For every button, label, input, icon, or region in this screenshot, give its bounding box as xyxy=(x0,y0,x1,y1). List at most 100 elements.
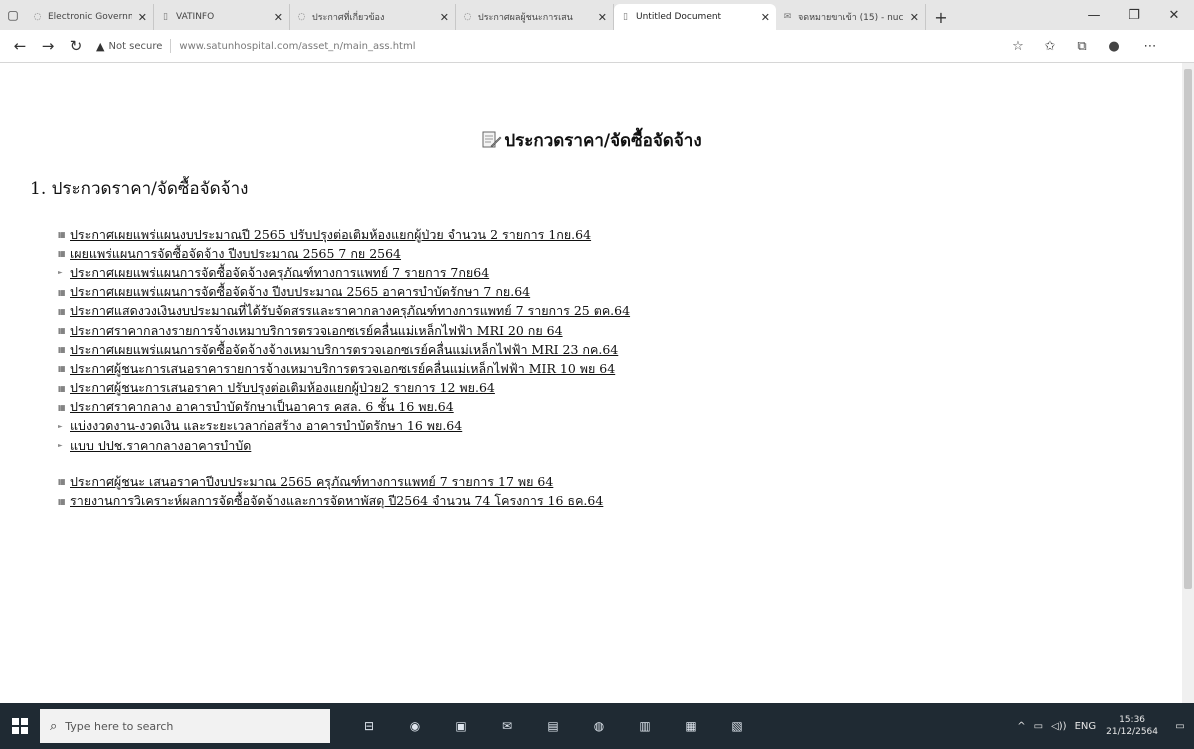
language-indicator[interactable]: ENG xyxy=(1075,721,1097,732)
photos-icon[interactable]: ▧ xyxy=(720,709,754,743)
restore-button[interactable]: ❐ xyxy=(1114,0,1154,30)
network-icon[interactable]: ▭ xyxy=(1034,721,1043,732)
announcement-link[interactable]: ประกาศผู้ชนะ เสนอราคาปีงบประมาณ 2565 ครุ… xyxy=(70,472,553,492)
list-item: ▦ ประกาศเผยแพร่แผนการจัดซื้อจัดจ้างจ้างเห… xyxy=(58,340,630,359)
grid-bullet-icon: ▦ xyxy=(58,383,66,393)
grid-bullet-icon: ▦ xyxy=(58,402,66,412)
close-tab-icon[interactable]: ✕ xyxy=(440,11,449,24)
divider xyxy=(170,39,172,53)
edge-browser-icon[interactable]: ◉ xyxy=(398,709,432,743)
tab-label: ประกาศที่เกี่ยวข้อง xyxy=(312,13,385,23)
file-explorer-icon[interactable]: ▤ xyxy=(536,709,570,743)
search-placeholder: Type here to search xyxy=(65,719,174,733)
announcement-link[interactable]: แบบ ปปช.ราคากลางอาคารบำบัด xyxy=(70,436,251,456)
arrow-bullet-icon: ► xyxy=(58,442,63,450)
close-tab-icon[interactable]: ✕ xyxy=(761,11,770,24)
windows-logo-icon xyxy=(12,718,28,734)
mail-app-icon[interactable]: ✉ xyxy=(490,709,524,743)
chevron-up-icon[interactable]: ^ xyxy=(1017,721,1025,732)
tab-label: VATINFO xyxy=(176,12,215,22)
announcement-link[interactable]: ประกาศเผยแพร่แผนการจัดซื้อจัดจ้าง ปีงบปร… xyxy=(70,282,530,302)
announcement-link[interactable]: รายงานการวิเคราะห์ผลการจัดซื้อจัดจ้างและ… xyxy=(70,491,603,511)
tab-bid-winners[interactable]: ◌ ประกาศผลผู้ชนะการเสน ✕ xyxy=(456,4,614,30)
close-tab-icon[interactable]: ✕ xyxy=(274,11,283,24)
page-heading: ประกวดราคา/จัดซื้อจัดจ้าง xyxy=(0,127,1182,154)
arrow-bullet-icon: ► xyxy=(58,422,63,430)
tab-mail[interactable]: ✉ จดหมายขาเข้า (15) - nuchz ✕ xyxy=(776,4,926,30)
list-item: ▦ รายงานการวิเคราะห์ผลการจัดซื้อจัดจ้างแล… xyxy=(58,491,630,510)
word-icon[interactable]: ▦ xyxy=(674,709,708,743)
tab-vatinfo[interactable]: ▯ VATINFO ✕ xyxy=(154,4,290,30)
grid-bullet-icon: ▦ xyxy=(58,287,66,297)
list-item: ► ประกาศเผยแพร่แผนการจัดซื้อจัดจ้างครุภัณ… xyxy=(58,263,630,282)
announcement-link[interactable]: ประกาศเผยแพร่แผนงบประมาณปี 2565 ปรับปรุง… xyxy=(70,225,591,245)
grid-bullet-icon: ▦ xyxy=(58,345,66,355)
address-bar[interactable]: ▲ Not secure www.satunhospital.com/asset… xyxy=(96,39,416,53)
announcement-link[interactable]: เผยแพร่แผนการจัดซื้อจัดจ้าง ปีงบประมาณ 2… xyxy=(70,244,401,264)
close-tab-icon[interactable]: ✕ xyxy=(138,11,147,24)
tab-announcements[interactable]: ◌ ประกาศที่เกี่ยวข้อง ✕ xyxy=(290,4,456,30)
forward-arrow-icon[interactable]: → xyxy=(34,32,62,60)
collections-icon[interactable]: ⧉ xyxy=(1068,30,1096,62)
page-heading-text: ประกวดราคา/จัดซื้อจัดจ้าง xyxy=(504,131,702,151)
announcement-link[interactable]: ประกาศเผยแพร่แผนการจัดซื้อจัดจ้างครุภัณฑ… xyxy=(70,263,489,283)
line-chat-icon[interactable]: ◍ xyxy=(582,709,616,743)
tab-strip: ▢ ◌ Electronic Government ✕ ▯ VATINFO ✕ … xyxy=(0,0,1194,30)
tab-label: Untitled Document xyxy=(636,12,722,22)
announcement-list: ▦ ประกาศเผยแพร่แผนงบประมาณปี 2565 ปรับปรุ… xyxy=(58,225,630,511)
list-item: ▦ ประกาศผู้ชนะการเสนอราคา ปรับปรุงต่อเติม… xyxy=(58,379,630,398)
tab-label: Electronic Government xyxy=(48,12,132,22)
announcement-link[interactable]: ประกาศแสดงวงเงินงบประมาณที่ได้รับจัดสรรแ… xyxy=(70,301,630,321)
section-title: 1. ประกวดราคา/จัดซื้อจัดจ้าง xyxy=(30,179,249,199)
page-icon: ▯ xyxy=(163,12,168,22)
grid-bullet-icon: ▦ xyxy=(58,496,66,506)
announcement-link[interactable]: แบ่งงวดงาน-งวดเงิน และระยะเวลาก่อสร้าง อ… xyxy=(70,416,462,436)
close-tab-icon[interactable]: ✕ xyxy=(598,11,607,24)
task-view-icon[interactable]: ⊟ xyxy=(352,709,386,743)
tab-label: ประกาศผลผู้ชนะการเสน xyxy=(478,13,573,23)
globe-icon: ◌ xyxy=(33,12,42,22)
excel-icon[interactable]: ▥ xyxy=(628,709,662,743)
announcement-link[interactable]: ประกาศราคากลางรายการจ้างเหมาบริการตรวจเอ… xyxy=(70,321,563,341)
list-item: ▦ ประกาศเผยแพร่แผนงบประมาณปี 2565 ปรับปรุ… xyxy=(58,225,630,244)
read-aloud-icon[interactable]: ☆ xyxy=(1004,30,1032,62)
notification-center-icon[interactable]: ▭ xyxy=(1166,703,1194,749)
announcement-link[interactable]: ประกาศเผยแพร่แผนการจัดซื้อจัดจ้างจ้างเหม… xyxy=(70,340,618,360)
profile-avatar-icon[interactable]: ● xyxy=(1100,30,1128,62)
globe-icon: ◌ xyxy=(463,12,472,22)
tab-label: จดหมายขาเข้า (15) - nuchz xyxy=(798,13,904,23)
minimize-button[interactable]: — xyxy=(1074,0,1114,30)
refresh-icon[interactable]: ↻ xyxy=(62,32,90,60)
volume-icon[interactable]: ◁)) xyxy=(1051,721,1067,732)
announcement-link[interactable]: ประกาศราคากลาง อาคารบำบัดรักษาเป็นอาคาร … xyxy=(70,397,454,417)
grid-bullet-icon: ▦ xyxy=(58,364,66,374)
taskbar-search-box[interactable]: ⌕ Type here to search xyxy=(40,709,330,743)
tab-untitled-document[interactable]: ▯ Untitled Document ✕ xyxy=(614,4,776,30)
arrow-bullet-icon: ► xyxy=(58,269,63,277)
close-window-button[interactable]: ✕ xyxy=(1154,0,1194,30)
clock-time: 15:36 xyxy=(1119,715,1146,725)
tab-actions-icon[interactable]: ▢ xyxy=(0,0,26,30)
windows-start-icon[interactable] xyxy=(0,703,40,749)
store-icon[interactable]: ▣ xyxy=(444,709,478,743)
list-item: ► แบบ ปปช.ราคากลางอาคารบำบัด xyxy=(58,436,630,455)
page-content: ประกวดราคา/จัดซื้อจัดจ้าง 1. ประกวดราคา/… xyxy=(0,63,1182,703)
grid-bullet-icon: ▦ xyxy=(58,249,66,259)
list-item: ▦ ประกาศผู้ชนะการเสนอราคารายการจ้างเหมาบร… xyxy=(58,359,630,378)
scrollbar-thumb[interactable] xyxy=(1184,69,1192,589)
vertical-scrollbar[interactable] xyxy=(1182,63,1194,703)
announcement-link[interactable]: ประกาศผู้ชนะการเสนอราคารายการจ้างเหมาบริ… xyxy=(70,359,615,379)
favorites-icon[interactable]: ✩ xyxy=(1036,30,1064,62)
list-item: ▦ ประกาศแสดงวงเงินงบประมาณที่ได้รับจัดสรร… xyxy=(58,302,630,321)
security-label[interactable]: Not secure xyxy=(108,41,162,52)
list-item: ▦ ประกาศเผยแพร่แผนการจัดซื้อจัดจ้าง ปีงบป… xyxy=(58,283,630,302)
new-tab-button[interactable]: + xyxy=(926,4,956,30)
tab-electronic-government[interactable]: ◌ Electronic Government ✕ xyxy=(26,4,154,30)
more-menu-icon[interactable]: ⋯ xyxy=(1136,30,1164,62)
back-arrow-icon[interactable]: ← xyxy=(6,32,34,60)
announcement-link[interactable]: ประกาศผู้ชนะการเสนอราคา ปรับปรุงต่อเติมห… xyxy=(70,378,495,398)
clock[interactable]: 15:36 21/12/2564 xyxy=(1106,714,1158,738)
close-tab-icon[interactable]: ✕ xyxy=(910,11,919,24)
url-text[interactable]: www.satunhospital.com/asset_n/main_ass.h… xyxy=(179,41,415,52)
warning-icon[interactable]: ▲ xyxy=(96,40,104,53)
